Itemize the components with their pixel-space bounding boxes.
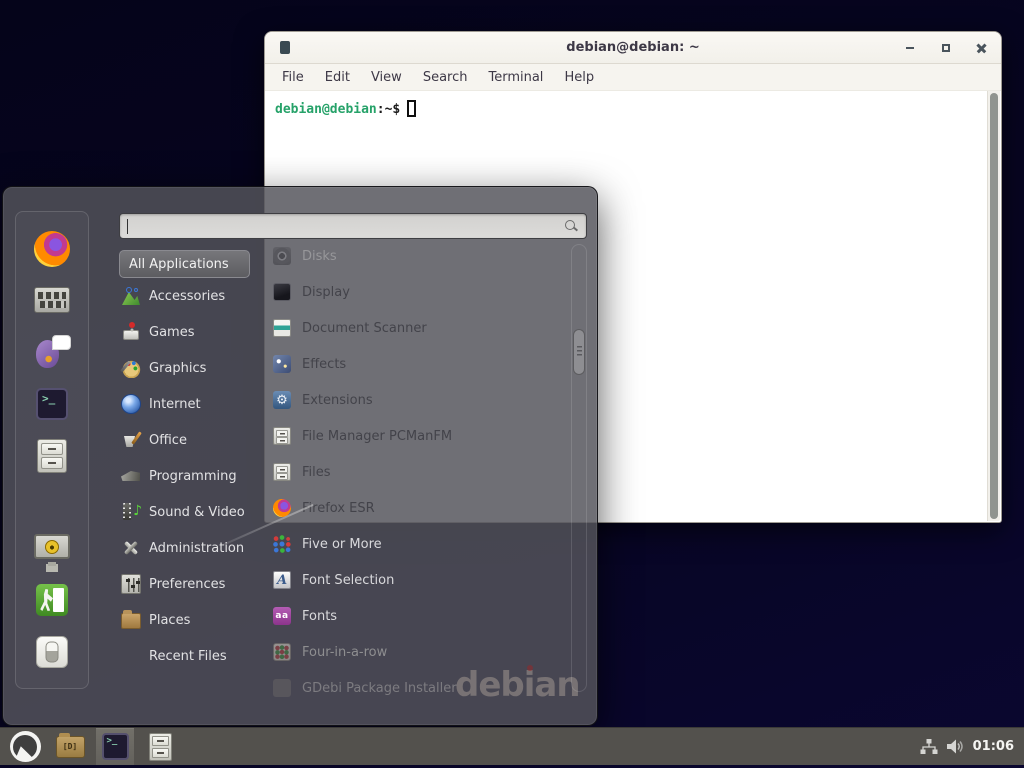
category-games[interactable]: Games <box>121 318 265 346</box>
menu-scrollbar[interactable] <box>571 244 587 692</box>
taskbar-files-button[interactable] <box>141 728 179 765</box>
display-icon <box>273 283 291 301</box>
favorite-terminal-icon[interactable] <box>36 388 68 420</box>
app-row-effects[interactable]: Effects <box>273 349 565 379</box>
document-scanner-icon <box>273 319 291 337</box>
prompt-path: :~$ <box>377 102 400 117</box>
app-row-extensions[interactable]: Extensions <box>273 385 565 415</box>
menu-scrollbar-thumb[interactable] <box>573 329 585 375</box>
file-cabinet-icon <box>149 733 172 761</box>
preferences-icon <box>121 574 141 594</box>
accessories-icon <box>121 286 141 306</box>
menu-search-input[interactable] <box>119 213 587 239</box>
folder-icon <box>56 736 85 758</box>
favorites-panel <box>15 211 89 689</box>
close-button[interactable] <box>975 41 989 55</box>
category-graphics[interactable]: Graphics <box>121 354 265 382</box>
app-row-files[interactable]: Files <box>273 457 565 487</box>
taskbar-file-manager-button[interactable] <box>51 728 89 765</box>
minimize-button[interactable] <box>903 41 917 55</box>
office-icon <box>121 430 141 450</box>
taskbar-terminal-button[interactable] <box>96 728 134 765</box>
shell-prompt: debian@debian:~$ <box>265 91 1001 126</box>
menu-view[interactable]: View <box>365 67 408 88</box>
favorite-files-icon[interactable] <box>37 439 67 473</box>
terminal-scrollbar[interactable] <box>987 91 1000 521</box>
menu-logo-icon <box>10 731 41 762</box>
application-menu: debian All Applications Accessories Game… <box>2 186 598 726</box>
category-office[interactable]: Office <box>121 426 265 454</box>
app-row-document-scanner[interactable]: Document Scanner <box>273 313 565 343</box>
volume-icon[interactable] <box>947 739 964 754</box>
extensions-gear-icon <box>273 391 291 409</box>
prompt-user-host: debian@debian <box>275 102 377 117</box>
category-internet[interactable]: Internet <box>121 390 265 418</box>
category-administration[interactable]: Administration <box>121 534 265 562</box>
lock-screen-icon[interactable] <box>34 534 70 559</box>
fonts-icon <box>273 607 291 625</box>
category-all-applications[interactable]: All Applications <box>119 250 250 278</box>
font-selection-icon <box>273 571 291 589</box>
category-preferences[interactable]: Preferences <box>121 570 265 598</box>
administration-icon <box>121 538 141 558</box>
favorite-pidgin-icon[interactable] <box>35 335 69 369</box>
category-recent-files[interactable]: Recent Files <box>121 642 265 670</box>
menu-edit[interactable]: Edit <box>319 67 356 88</box>
category-sound-video[interactable]: Sound & Video <box>121 498 265 526</box>
clock[interactable]: 01:06 <box>973 739 1014 754</box>
menu-search[interactable]: Search <box>417 67 474 88</box>
places-folder-icon <box>121 613 141 629</box>
app-row-gdebi: GDebi Package Installer <box>273 673 565 703</box>
app-row-display[interactable]: Display <box>273 277 565 307</box>
no-icon <box>121 646 141 666</box>
files-icon <box>273 463 291 481</box>
sound-video-icon <box>121 502 141 522</box>
internet-globe-icon <box>121 394 141 414</box>
effects-icon <box>273 355 291 373</box>
gdebi-icon <box>273 679 291 697</box>
maximize-button[interactable] <box>939 41 953 55</box>
network-icon[interactable] <box>920 739 938 755</box>
menu-help[interactable]: Help <box>558 67 600 88</box>
terminal-titlebar[interactable]: debian@debian: ~ <box>265 32 1001 64</box>
favorite-software-icon[interactable] <box>34 287 70 313</box>
start-menu-button[interactable] <box>6 728 44 765</box>
app-row-four-in-a-row: Four-in-a-row <box>273 637 565 667</box>
text-caret <box>127 219 128 234</box>
desktop: debian@debian: ~ File Edit View Search T… <box>0 0 1024 768</box>
graphics-icon <box>121 358 141 378</box>
category-places[interactable]: Places <box>121 606 265 634</box>
logout-icon[interactable] <box>36 584 68 616</box>
terminal-icon <box>102 733 129 760</box>
games-icon <box>121 322 141 342</box>
terminal-cursor <box>407 100 416 117</box>
category-programming[interactable]: Programming <box>121 462 265 490</box>
disks-icon <box>273 247 291 265</box>
search-icon <box>565 220 578 233</box>
app-row-font-selection[interactable]: Font Selection <box>273 565 565 595</box>
shutdown-icon[interactable] <box>36 636 68 668</box>
terminal-scrollbar-thumb[interactable] <box>990 93 998 519</box>
menu-file[interactable]: File <box>276 67 310 88</box>
menu-terminal[interactable]: Terminal <box>482 67 549 88</box>
taskbar: 01:06 <box>0 727 1024 765</box>
programming-icon <box>121 466 141 486</box>
app-row-file-manager[interactable]: File Manager PCManFM <box>273 421 565 451</box>
favorite-firefox-icon[interactable] <box>34 231 70 267</box>
app-row-five-or-more[interactable]: Five or More <box>273 529 565 559</box>
terminal-title: debian@debian: ~ <box>265 40 1001 55</box>
file-manager-icon <box>273 427 291 445</box>
five-or-more-icon <box>273 535 291 553</box>
app-row-disks: Disks <box>273 241 565 271</box>
terminal-menubar: File Edit View Search Terminal Help <box>265 64 1001 91</box>
category-accessories[interactable]: Accessories <box>121 282 265 310</box>
app-row-firefox-esr[interactable]: Firefox ESR <box>273 493 565 523</box>
app-row-fonts[interactable]: Fonts <box>273 601 565 631</box>
four-in-a-row-icon <box>273 643 291 661</box>
